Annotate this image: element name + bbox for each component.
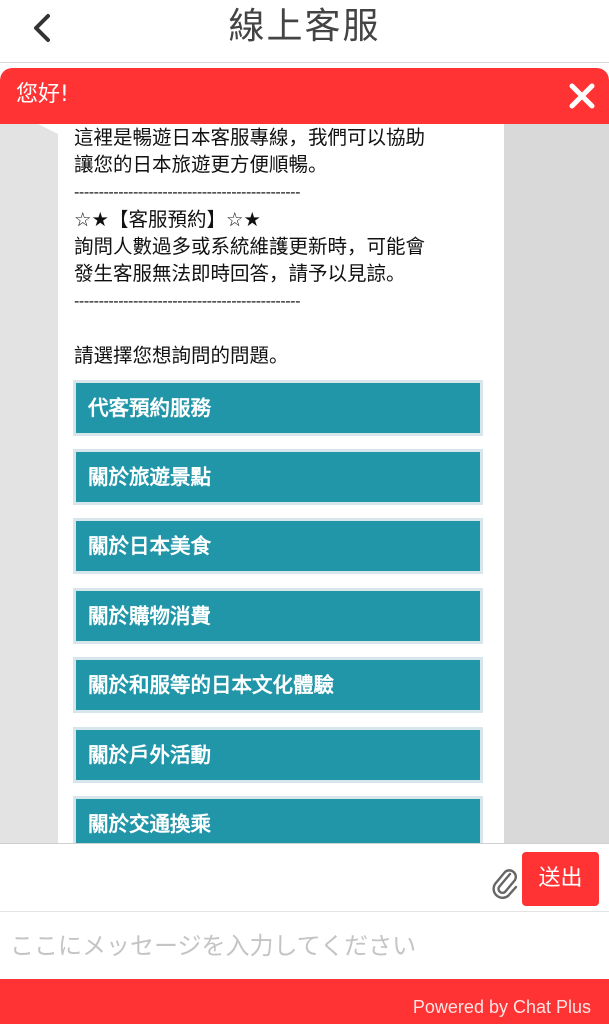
- message-line: 發生客服無法即時回答，請予以見諒。: [74, 262, 406, 285]
- operator-message-bubble: 這裡是暢遊日本客服專線，我們可以協助 讓您的日本旅遊更方便順暢。 -------…: [58, 124, 504, 843]
- option-button-shopping[interactable]: 關於購物消費: [73, 588, 483, 644]
- scrollbar-thumb[interactable]: [503, 124, 609, 843]
- composer: 送出: [0, 843, 609, 980]
- powered-by-link[interactable]: Powered by Chat Plus: [413, 995, 591, 1019]
- chat-widget: 您好! 這裡是暢遊日本客服專線，我們可以協助 讓您的日本旅遊更方便順暢。 ---…: [0, 68, 609, 1024]
- option-button-reservation[interactable]: 代客預約服務: [73, 380, 483, 436]
- option-button-culture[interactable]: 關於和服等的日本文化體驗: [73, 657, 483, 713]
- option-button-attractions[interactable]: 關於旅遊景點: [73, 449, 483, 505]
- message-divider: ----------------------------------------…: [74, 183, 300, 201]
- page-title: 線上客服: [228, 6, 381, 47]
- close-button[interactable]: [567, 76, 597, 116]
- message-line: ☆★【客服預約】☆★: [74, 208, 261, 231]
- send-button[interactable]: 送出: [522, 852, 599, 906]
- attach-button[interactable]: [490, 866, 520, 900]
- bubble-tail: [38, 124, 58, 134]
- option-button-transport[interactable]: 關於交通換乘: [73, 796, 483, 843]
- scrollbar[interactable]: [503, 124, 609, 843]
- paperclip-icon: [492, 869, 518, 899]
- widget-footer: Powered by Chat Plus: [0, 979, 609, 1024]
- message-line: 詢問人數過多或系統維護更新時，可能會: [74, 235, 426, 258]
- widget-header: 您好!: [0, 68, 609, 124]
- option-button-outdoor[interactable]: 關於戶外活動: [73, 727, 483, 783]
- widget-title: 您好!: [16, 82, 69, 107]
- option-button-food[interactable]: 關於日本美食: [73, 518, 483, 574]
- close-icon: [569, 83, 595, 109]
- app-header: 線上客服: [0, 0, 609, 63]
- message-divider: ----------------------------------------…: [74, 292, 300, 310]
- message-line: 讓您的日本旅遊更方便順暢。: [74, 153, 328, 176]
- chat-message-area[interactable]: 這裡是暢遊日本客服專線，我們可以協助 讓您的日本旅遊更方便順暢。 -------…: [0, 124, 609, 843]
- message-line: 這裡是暢遊日本客服專線，我們可以協助: [74, 126, 426, 149]
- message-line: 請選擇您想詢問的問題。: [74, 344, 289, 367]
- message-input[interactable]: [0, 911, 609, 979]
